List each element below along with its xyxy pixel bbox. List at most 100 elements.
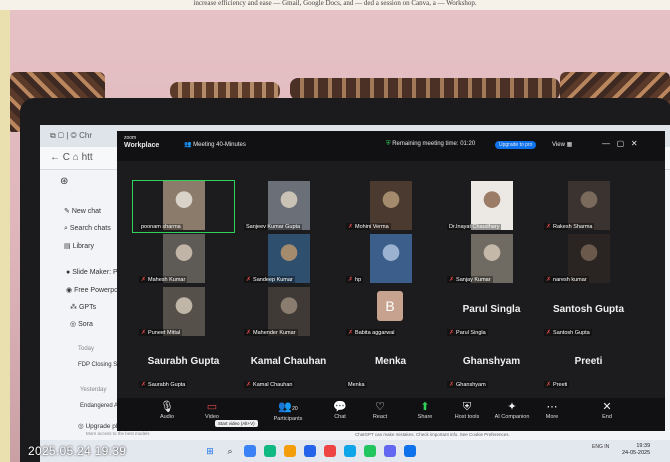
participant-big-name: Santosh Gupta	[552, 304, 625, 315]
app-icon-1[interactable]	[244, 445, 256, 457]
participant-video	[268, 181, 310, 230]
participant-tile[interactable]: ✗ naresh kumar	[538, 234, 639, 285]
video-button[interactable]: ▭ Video	[192, 400, 232, 420]
participant-name: ✗ naresh kumar	[544, 276, 589, 283]
participant-tile[interactable]: Dr.Inayat Chaudhary	[441, 181, 542, 232]
app-icon-2[interactable]	[264, 445, 276, 457]
participant-tile[interactable]: B ✗ Babita aggarwal	[340, 287, 441, 338]
participant-name: ✗ Sanjay Kumar	[447, 276, 493, 283]
gpts-item[interactable]: ⁂ GPTs	[70, 303, 96, 311]
participant-tile[interactable]: Menka Menka	[340, 339, 441, 390]
participant-tile[interactable]: Ghanshyam ✗ Ghanshyam	[441, 339, 542, 390]
participant-name-text: Mahender Kumar	[253, 330, 296, 336]
participant-name-text: Ghanshyam	[456, 382, 486, 388]
participant-tile[interactable]: ✗ Mohini Verma	[340, 181, 441, 232]
new-chat-item[interactable]: ✎ New chat	[64, 207, 101, 215]
mic-icon: 🎙	[160, 401, 174, 413]
participant-tile[interactable]: ✗ Mahesh Kumar	[133, 234, 234, 285]
participant-tile[interactable]: ✗ Puneet Mittal	[133, 287, 234, 338]
view-button[interactable]: View ▦	[552, 141, 572, 148]
video-tooltip: Start video (Alt+V)	[215, 420, 258, 427]
app-icon-4[interactable]	[344, 445, 356, 457]
mic-muted-icon: ✗	[141, 330, 147, 336]
participant-tile[interactable]: ✗ Sandeep Kumar	[238, 234, 339, 285]
slide-maker-label: Slide Maker: P	[72, 269, 118, 276]
chat-button[interactable]: 💬 Chat	[320, 400, 360, 420]
participant-name: ✗ Mahesh Kumar	[139, 276, 188, 283]
mic-muted-icon: ✗	[348, 277, 354, 283]
participant-name-text: Mohini Verma	[355, 224, 389, 230]
participant-name: ✗ Sandeep Kumar	[244, 276, 295, 283]
today-heading: Today	[78, 346, 95, 352]
close-icon: ✕	[602, 401, 612, 413]
windows-start-icon[interactable]: ⊞	[204, 445, 216, 457]
participant-name-text: Rakesh Sharma	[553, 224, 593, 230]
mic-muted-icon: ✗	[141, 277, 147, 283]
remaining-time: ⛨ Remaining meeting time: 01:20	[386, 141, 475, 148]
participants-count: 20	[292, 406, 298, 412]
sora-label: Sora	[78, 321, 93, 328]
search-chats-label: Search chats	[69, 225, 111, 232]
library-item[interactable]: ▤ Library	[64, 242, 94, 250]
participant-tile[interactable]: Kamal Chauhan ✗ Kamal Chauhan	[238, 339, 339, 390]
upgrade-button[interactable]: Upgrade to pro	[495, 141, 537, 149]
ai-companion-label: AI Companion	[494, 414, 530, 420]
mic-muted-icon: ✗	[348, 224, 354, 230]
slide-maker-item[interactable]: ● Slide Maker: P	[66, 269, 118, 276]
participants-icon: 👥	[184, 142, 192, 148]
share-button[interactable]: ⬆ Share	[405, 400, 445, 420]
participants-label: Participants	[273, 416, 303, 422]
avatar: B	[377, 291, 403, 321]
participant-tile[interactable]: ✗ Mahender Kumar	[238, 287, 339, 338]
participant-big-name: Kamal Chauhan	[250, 356, 327, 367]
host-tools-button[interactable]: ⛨ Host tools	[447, 400, 487, 420]
zoom-brand-top: zoom	[124, 135, 137, 141]
participant-name: ✗ Mahender Kumar	[244, 329, 298, 336]
upgrade-plan-sub: More access to the best models	[86, 431, 150, 436]
audio-button[interactable]: 🎙 Audio	[147, 400, 187, 420]
zoom-taskbar-icon[interactable]	[404, 445, 416, 457]
chrome-icon[interactable]	[364, 445, 376, 457]
free-powerpoint-item[interactable]: ◉ Free Powerpo	[66, 286, 118, 294]
mic-muted-icon: ✗	[449, 277, 455, 283]
folder-icon[interactable]	[284, 445, 296, 457]
participant-tile[interactable]: ✗ Sanjay Kumar	[441, 234, 542, 285]
edge-icon[interactable]	[304, 445, 316, 457]
participant-name-text: Menka	[348, 382, 365, 388]
new-chat-label: New chat	[71, 208, 101, 215]
participant-tile[interactable]: Saurabh Gupta ✗ Saurabh Gupta	[133, 339, 234, 390]
participant-name-text: Dr.Inayat Chaudhary	[449, 224, 500, 230]
participant-name: ✗ Preeti	[544, 381, 570, 388]
participant-tile[interactable]: Parul Singla ✗ Parul Singla	[441, 287, 542, 338]
search-icon[interactable]: ⌕	[224, 445, 236, 457]
participant-tile[interactable]: Santosh Gupta ✗ Santosh Gupta	[538, 287, 639, 338]
react-button[interactable]: ♡ React	[360, 400, 400, 420]
ai-companion-button[interactable]: ✦ AI Companion	[492, 400, 532, 420]
end-button[interactable]: ✕ End	[587, 400, 627, 420]
search-chats-item[interactable]: ⌕ Search chats	[64, 225, 111, 233]
sofa-cushion-center	[290, 78, 560, 100]
participant-tile[interactable]: poonam sharma	[132, 180, 235, 233]
gpts-label: GPTs	[78, 304, 97, 311]
participant-tile[interactable]: Sanjeev Kumar Gupta	[238, 181, 339, 232]
participant-name-text: Sanjay Kumar	[456, 277, 491, 283]
sora-item[interactable]: ◎ Sora	[70, 320, 93, 328]
participant-big-name: Saurabh Gupta	[147, 356, 220, 367]
participant-tile[interactable]: ✗ hp	[340, 234, 441, 285]
participant-tile[interactable]: ✗ Rakesh Sharma	[538, 181, 639, 232]
app-icon-3[interactable]	[324, 445, 336, 457]
participant-name-text: Saurabh Gupta	[148, 382, 186, 388]
free-powerpoint-label: Free Powerpo	[74, 287, 119, 294]
participant-name: Menka	[346, 382, 367, 388]
participant-tile[interactable]: Preeti ✗ Preeti	[538, 339, 639, 390]
participant-name-text: Babita aggarwal	[355, 330, 395, 336]
mic-muted-icon: ✗	[546, 330, 552, 336]
participants-button[interactable]: 👥20 Participants	[262, 400, 314, 422]
app-icon-5[interactable]	[384, 445, 396, 457]
more-button[interactable]: ⋯ More	[532, 400, 572, 420]
document-caption: increase efficiency and ease — Gmail, Go…	[0, 0, 670, 10]
photo-edge	[0, 10, 10, 462]
window-controls[interactable]: — ▢ ✕	[602, 139, 638, 148]
chatgpt-disclaimer: ChatGPT can make mistakes. Check importa…	[355, 432, 510, 437]
nav-icons[interactable]: ← C ⌂ htt	[50, 152, 93, 163]
